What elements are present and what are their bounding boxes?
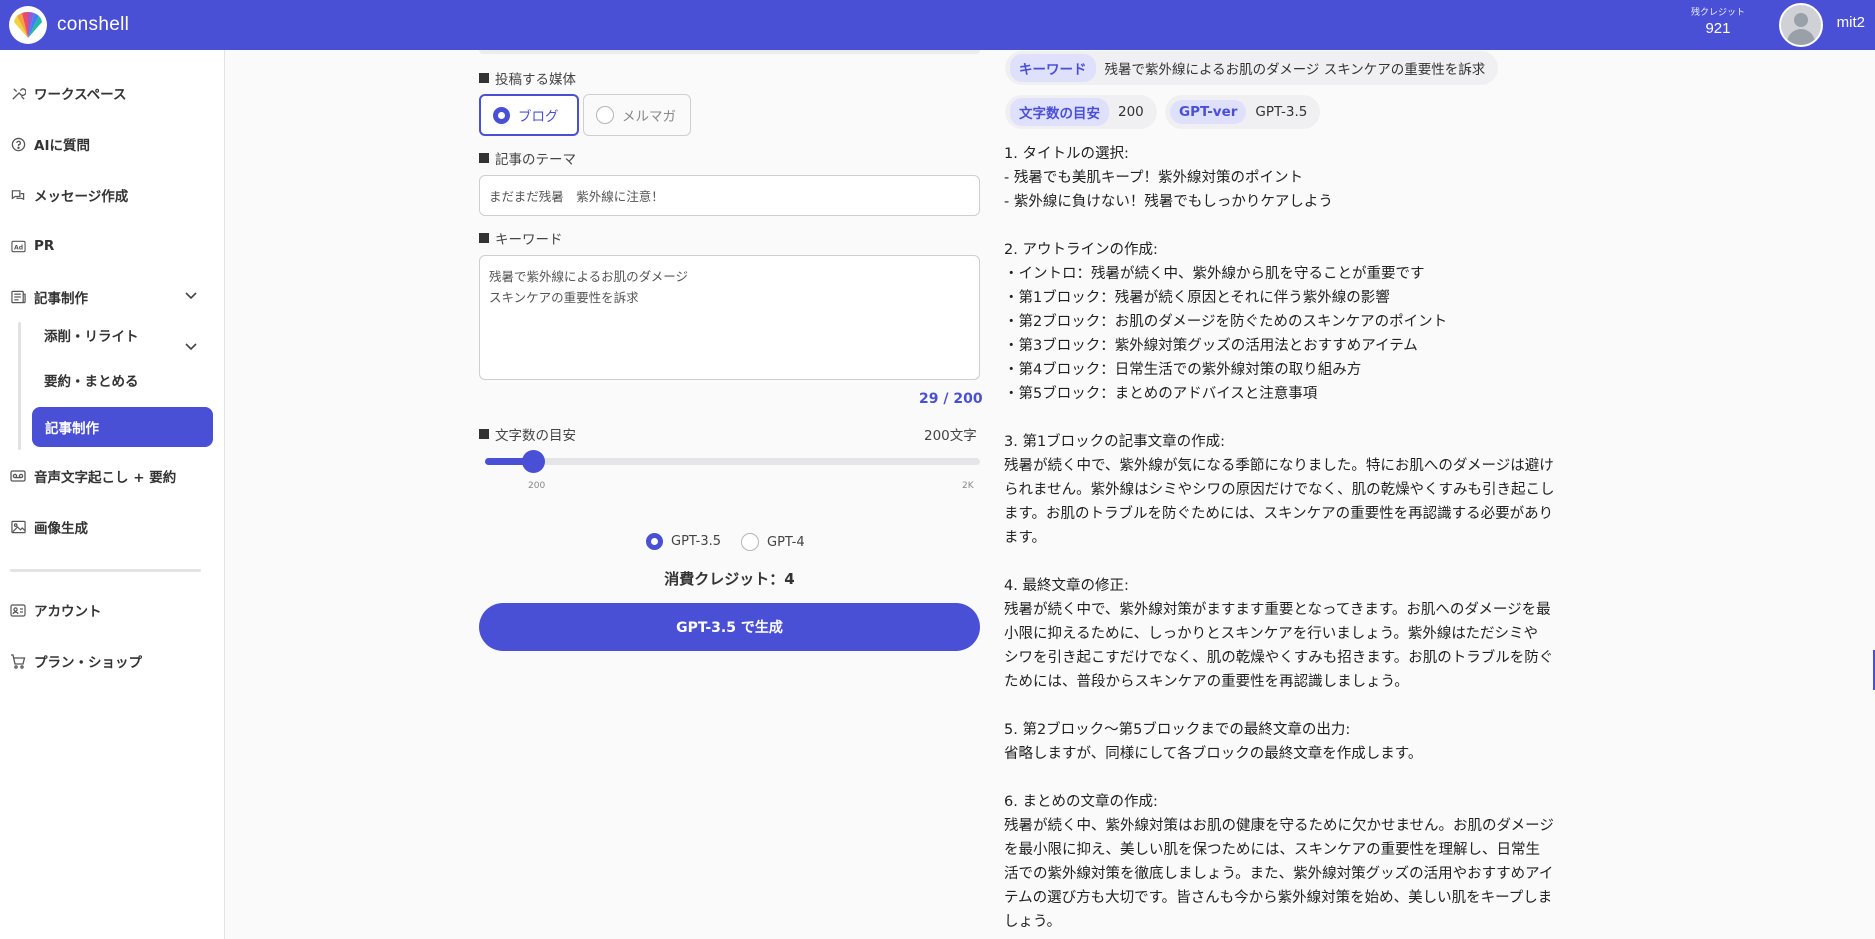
keyword-char-counter: 29 / 200 (919, 391, 983, 407)
model-option-gpt35[interactable]: GPT-3.5 (646, 533, 721, 550)
generated-article: 1. タイトルの選択: - 残暑でも美肌キープ！紫外線対策のポイント - 紫外線… (1004, 142, 1629, 934)
media-option-blog[interactable]: ブログ (479, 94, 579, 136)
radio-selected-icon (493, 106, 510, 124)
question-bubble-icon (10, 136, 26, 152)
sidebar-subitem-summary[interactable]: 要約・まとめる (44, 367, 139, 393)
version-chip: GPT-ver (1170, 100, 1247, 124)
keyword-chip-value: 残暑で紫外線によるお肌のダメージ スキンケアの重要性を訴求 (1104, 62, 1486, 78)
sidebar-item-label: AIに質問 (34, 138, 90, 154)
size-label: 文字数の目安 (479, 424, 576, 444)
size-chip-value: 200 (1118, 104, 1144, 120)
sidebar-item-ai-question[interactable]: AIに質問 (10, 131, 90, 157)
slider-handle[interactable] (522, 450, 545, 473)
sidebar-item-label: 音声文字起こし + 要約 (34, 470, 177, 486)
radio-unselected-icon (596, 106, 614, 124)
result-size-row: 文字数の目安 200 (1005, 95, 1157, 129)
sidebar-subitem-article-active[interactable]: 記事制作 (32, 407, 213, 447)
sidebar-item-pr[interactable]: Ad PR (10, 233, 54, 259)
credit-display: 残クレジット 921 (1691, 5, 1745, 37)
chat-bubbles-icon (10, 187, 26, 203)
sidebar-item-message[interactable]: メッセージ作成 (10, 182, 128, 208)
sidebar-item-label: プラン・ショップ (34, 655, 142, 671)
sidebar-item-workspace[interactable]: ワークスペース (10, 80, 126, 106)
size-chip: 文字数の目安 (1010, 98, 1109, 126)
image-icon (10, 519, 26, 535)
chevron-down-icon[interactable] (182, 283, 200, 309)
sidebar-item-label: 記事制作 (34, 291, 88, 307)
brand-name: conshell (57, 14, 130, 35)
theme-label: 記事のテーマ (479, 148, 576, 168)
newspaper-icon (10, 289, 26, 305)
sidebar-item-account[interactable]: アカウント (10, 597, 102, 623)
ad-icon: Ad (10, 238, 26, 254)
keyword-label: キーワード (479, 228, 563, 248)
result-section: 1. タイトルの選択: - 残暑でも美肌キープ！紫外線対策のポイント - 紫外線… (1004, 146, 1333, 210)
credit-value: 921 (1705, 20, 1731, 37)
media-label: 投稿する媒体 (479, 68, 576, 88)
result-section: 2. アウトラインの作成: ・イントロ：残暑が続く中、紫外線から肌を守ることが重… (1004, 242, 1448, 402)
tape-icon (10, 468, 26, 484)
avatar[interactable] (1779, 3, 1823, 47)
sidebar-item-label: ワークスペース (34, 87, 127, 103)
result-section: 3. 第1ブロックの記事文章の作成: 残暑が続く中で、紫外線が気になる季節になり… (1004, 434, 1555, 546)
sidebar-subitem-rewrite[interactable]: 添削・リライト (44, 322, 139, 348)
model-label: GPT-4 (767, 534, 805, 550)
svg-text:Ad: Ad (14, 244, 23, 251)
media-option-mailmag[interactable]: メルマガ (583, 94, 691, 136)
version-chip-value: GPT-3.5 (1255, 104, 1308, 120)
media-option-label: ブログ (518, 109, 559, 125)
sidebar-item-image[interactable]: 画像生成 (10, 514, 88, 540)
app-header: conshell 残クレジット 921 mit2 (0, 0, 1875, 50)
result-keyword-row: キーワード 残暑で紫外線によるお肌のダメージ スキンケアの重要性を訴求 (1005, 51, 1499, 85)
credit-cost: 消費クレジット：4 (664, 570, 795, 588)
result-section: 6. まとめの文章の作成: 残暑が続く中、紫外線対策はお肌の健康を守るために欠か… (1004, 794, 1554, 930)
size-value: 200文字 (924, 428, 977, 444)
generate-button[interactable]: GPT-3.5 で生成 (479, 603, 980, 651)
sidebar-item-transcribe[interactable]: 音声文字起こし + 要約 (10, 463, 176, 489)
slider-max-label: 2K (962, 481, 974, 491)
username[interactable]: mit2 (1837, 14, 1865, 31)
slider-min-label: 200 (528, 481, 546, 491)
id-card-icon (10, 602, 26, 618)
result-section: 5. 第2ブロック〜第5ブロックまでの最終文章の出力: 省略しますが、同様にして… (1004, 722, 1423, 762)
size-slider[interactable] (485, 450, 980, 473)
radio-unselected-icon (741, 533, 759, 551)
credit-label: 残クレジット (1690, 8, 1745, 18)
form-panel-edge (479, 50, 980, 54)
cart-icon (10, 653, 26, 669)
radio-selected-icon (646, 533, 663, 550)
sidebar-item-plan-shop[interactable]: プラン・ショップ (10, 648, 142, 674)
sidebar: ワークスペース AIに質問 メッセージ作成 Ad PR 記事制作 添削・リライト… (0, 50, 225, 939)
sidebar-divider (10, 569, 201, 572)
result-version-row: GPT-ver GPT-3.5 (1165, 95, 1321, 129)
model-option-gpt4[interactable]: GPT-4 (741, 533, 805, 551)
media-option-label: メルマガ (622, 109, 676, 125)
sidebar-item-label: PR (34, 238, 55, 254)
keyword-textarea[interactable]: 残暑で紫外線によるお肌のダメージ スキンケアの重要性を訴求 (479, 255, 980, 380)
tools-icon (10, 85, 26, 101)
sidebar-item-label: 画像生成 (34, 521, 88, 537)
chevron-down-icon[interactable] (182, 334, 200, 360)
conshell-logo[interactable] (9, 6, 47, 44)
theme-input[interactable]: まだまだ残暑 紫外線に注意！ (479, 175, 980, 216)
sidebar-item-label: アカウント (34, 604, 102, 620)
keyword-chip: キーワード (1010, 54, 1096, 82)
sidebar-item-article[interactable]: 記事制作 (10, 284, 88, 310)
sidebar-item-label: メッセージ作成 (34, 189, 129, 205)
result-section: 4. 最終文章の修正: 残暑が続く中で、紫外線対策がますます重要となってきます。… (1004, 578, 1554, 690)
model-label: GPT-3.5 (671, 534, 722, 549)
submenu-guide-line (18, 322, 21, 450)
